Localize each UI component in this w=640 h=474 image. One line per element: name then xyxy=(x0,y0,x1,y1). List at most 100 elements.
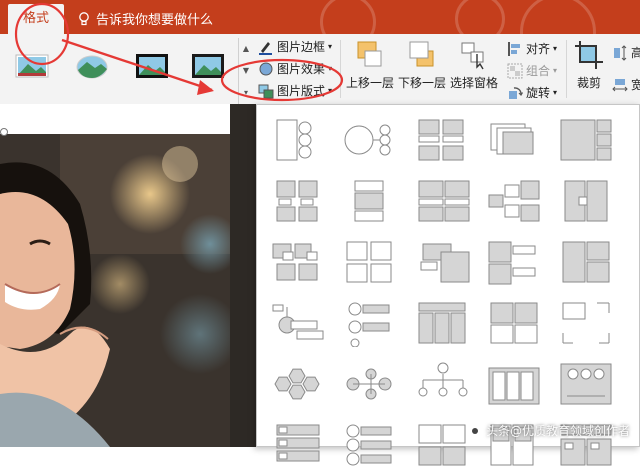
layout-thumbnail-icon xyxy=(488,241,536,285)
layout-option-captioned-pictures[interactable] xyxy=(479,233,549,291)
height-icon xyxy=(614,44,627,61)
rotate-button[interactable]: 旋转 ▾ xyxy=(507,84,557,101)
layout-thumbnail-icon xyxy=(346,241,392,283)
picture-style-thumb[interactable] xyxy=(190,52,226,80)
layout-option-accent-circle-list[interactable] xyxy=(335,416,405,474)
more-icon[interactable]: ▾ xyxy=(239,82,253,104)
height-field[interactable]: 高 xyxy=(612,44,640,61)
selection-pane-button[interactable]: 选择窗格 xyxy=(450,40,498,91)
crop-icon xyxy=(575,41,603,69)
layout-thumbnail-icon xyxy=(562,241,610,283)
layout-option-picture-accent-blocks[interactable] xyxy=(479,172,549,230)
layout-thumbnail-icon xyxy=(562,302,610,344)
layout-option-bending-picture-accent-list[interactable] xyxy=(263,111,333,169)
tell-me-text: 告诉我你想要做什么 xyxy=(96,13,214,28)
layout-option-hexagon-cluster[interactable] xyxy=(263,355,333,413)
layout-option-picture-caption-list[interactable] xyxy=(263,416,333,474)
layout-option-title-picture-lineup[interactable] xyxy=(479,294,549,352)
chevron-down-icon[interactable]: ▼ xyxy=(239,60,253,82)
layout-thumbnail-icon xyxy=(276,119,312,161)
layout-option-circle-picture-process[interactable] xyxy=(335,294,405,352)
layout-thumbnail-icon xyxy=(490,123,534,155)
layout-option-picture-frame[interactable] xyxy=(335,233,405,291)
effects-icon xyxy=(259,62,273,75)
layout-option-accent-picture[interactable] xyxy=(263,294,333,352)
layout-thumbnail-icon xyxy=(418,119,464,161)
layout-option-picture-lineup[interactable] xyxy=(551,233,621,291)
selection-pane-label: 选择窗格 xyxy=(450,76,499,90)
width-label: 宽 xyxy=(631,78,640,92)
layout-thumbnail-icon xyxy=(346,368,392,400)
layout-option-framed-text-picture[interactable] xyxy=(407,172,477,230)
ribbon-tab-bar: 格式 告诉我你想要做什么 xyxy=(0,0,640,34)
layout-option-picture-organization-chart[interactable] xyxy=(407,355,477,413)
layout-option-picture-caption-grid[interactable] xyxy=(407,111,477,169)
layout-thumbnail-icon xyxy=(344,124,391,156)
selection-pane-icon xyxy=(461,42,484,70)
layout-option-horizontal-picture-list[interactable] xyxy=(551,355,621,413)
layout-thumbnail-icon xyxy=(418,302,466,344)
layout-thumbnail-icon xyxy=(276,424,320,462)
woman-photo-image xyxy=(0,134,256,447)
layout-option-picture-strips[interactable] xyxy=(551,172,621,230)
picture-style-thumb[interactable] xyxy=(14,52,50,80)
layout-thumbnail-icon xyxy=(418,424,466,466)
layout-option-picture-title-blocks[interactable] xyxy=(407,416,477,474)
layout-thumbnail-icon xyxy=(348,302,390,347)
send-backward-icon xyxy=(409,41,434,67)
picture-style-thumb[interactable] xyxy=(74,52,110,80)
layout-option-circle-radial[interactable] xyxy=(335,355,405,413)
layout-option-title-picture-blocks[interactable] xyxy=(335,172,405,230)
picture-style-thumb[interactable] xyxy=(134,52,170,80)
layout-option-picture-columns[interactable] xyxy=(407,294,477,352)
selected-picture[interactable] xyxy=(0,134,256,447)
layout-thumbnail-icon xyxy=(418,362,468,397)
tell-me-search[interactable]: 告诉我你想要做什么 xyxy=(78,9,213,28)
layout-thumbnail-icon xyxy=(564,180,608,222)
layout-thumbnail-icon xyxy=(276,180,318,222)
group-button[interactable]: 组合 ▾ xyxy=(507,62,557,79)
layout-option-bending-picture-caption[interactable] xyxy=(263,172,333,230)
slide-background xyxy=(0,104,256,134)
layout-thumbnail-icon xyxy=(274,368,320,400)
layout-thumbnail-icon xyxy=(272,243,318,281)
send-backward-label: 下移一层 xyxy=(398,76,447,90)
width-field[interactable]: 宽 xyxy=(612,76,640,93)
layout-thumbnail-icon xyxy=(490,302,538,344)
layout-grid xyxy=(263,111,621,474)
align-button[interactable]: 对齐 ▾ xyxy=(507,40,557,57)
resize-handle[interactable] xyxy=(0,128,8,136)
lightbulb-icon xyxy=(79,11,89,25)
layout-option-picture-grid[interactable] xyxy=(551,111,621,169)
layout-option-picture-fill-blocks[interactable] xyxy=(551,294,621,352)
layout-option-snapshot-picture-list[interactable] xyxy=(479,111,549,169)
style-gallery-scroll[interactable]: ▲ ▼ ▾ xyxy=(238,38,253,104)
crop-button[interactable]: 裁剪 xyxy=(574,40,604,91)
tab-format[interactable]: 格式 xyxy=(8,4,64,34)
bring-forward-button[interactable]: 上移一层 xyxy=(346,40,394,91)
layout-thumbnail-icon xyxy=(346,424,392,466)
chevron-up-icon[interactable]: ▲ xyxy=(239,38,253,60)
layout-thumbnail-icon xyxy=(418,180,470,222)
picture-layout-icon xyxy=(258,84,274,98)
group-label: 组合 xyxy=(526,64,551,78)
layout-option-picture-accent-process[interactable] xyxy=(407,233,477,291)
layout-option-bending-picture-semi-transparent[interactable] xyxy=(263,233,333,291)
watermark: 头条@优质教育领域创作者 xyxy=(468,422,630,439)
layout-thumbnail-icon xyxy=(488,180,540,222)
send-backward-button[interactable]: 下移一层 xyxy=(398,40,446,91)
watermark-text: 头条@优质教育领域创作者 xyxy=(485,424,630,438)
picture-layout-button[interactable]: 图片版式 ▾ xyxy=(258,82,332,99)
picture-effects-button[interactable]: 图片效果 ▾ xyxy=(258,60,332,77)
layout-thumbnail-icon xyxy=(420,243,470,283)
group-icon xyxy=(507,63,523,78)
bring-forward-label: 上移一层 xyxy=(346,76,395,90)
layout-option-ascending-picture-columns[interactable] xyxy=(479,355,549,413)
watermark-logo-icon xyxy=(468,424,481,437)
picture-effects-label: 图片效果 xyxy=(277,62,326,76)
rotate-icon xyxy=(509,86,523,99)
picture-layout-label: 图片版式 xyxy=(277,84,326,98)
layout-thumbnail-icon xyxy=(354,180,384,222)
layout-option-circle-picture-hierarchy[interactable] xyxy=(335,111,405,169)
picture-border-button[interactable]: 图片边框 ▾ xyxy=(258,38,332,55)
